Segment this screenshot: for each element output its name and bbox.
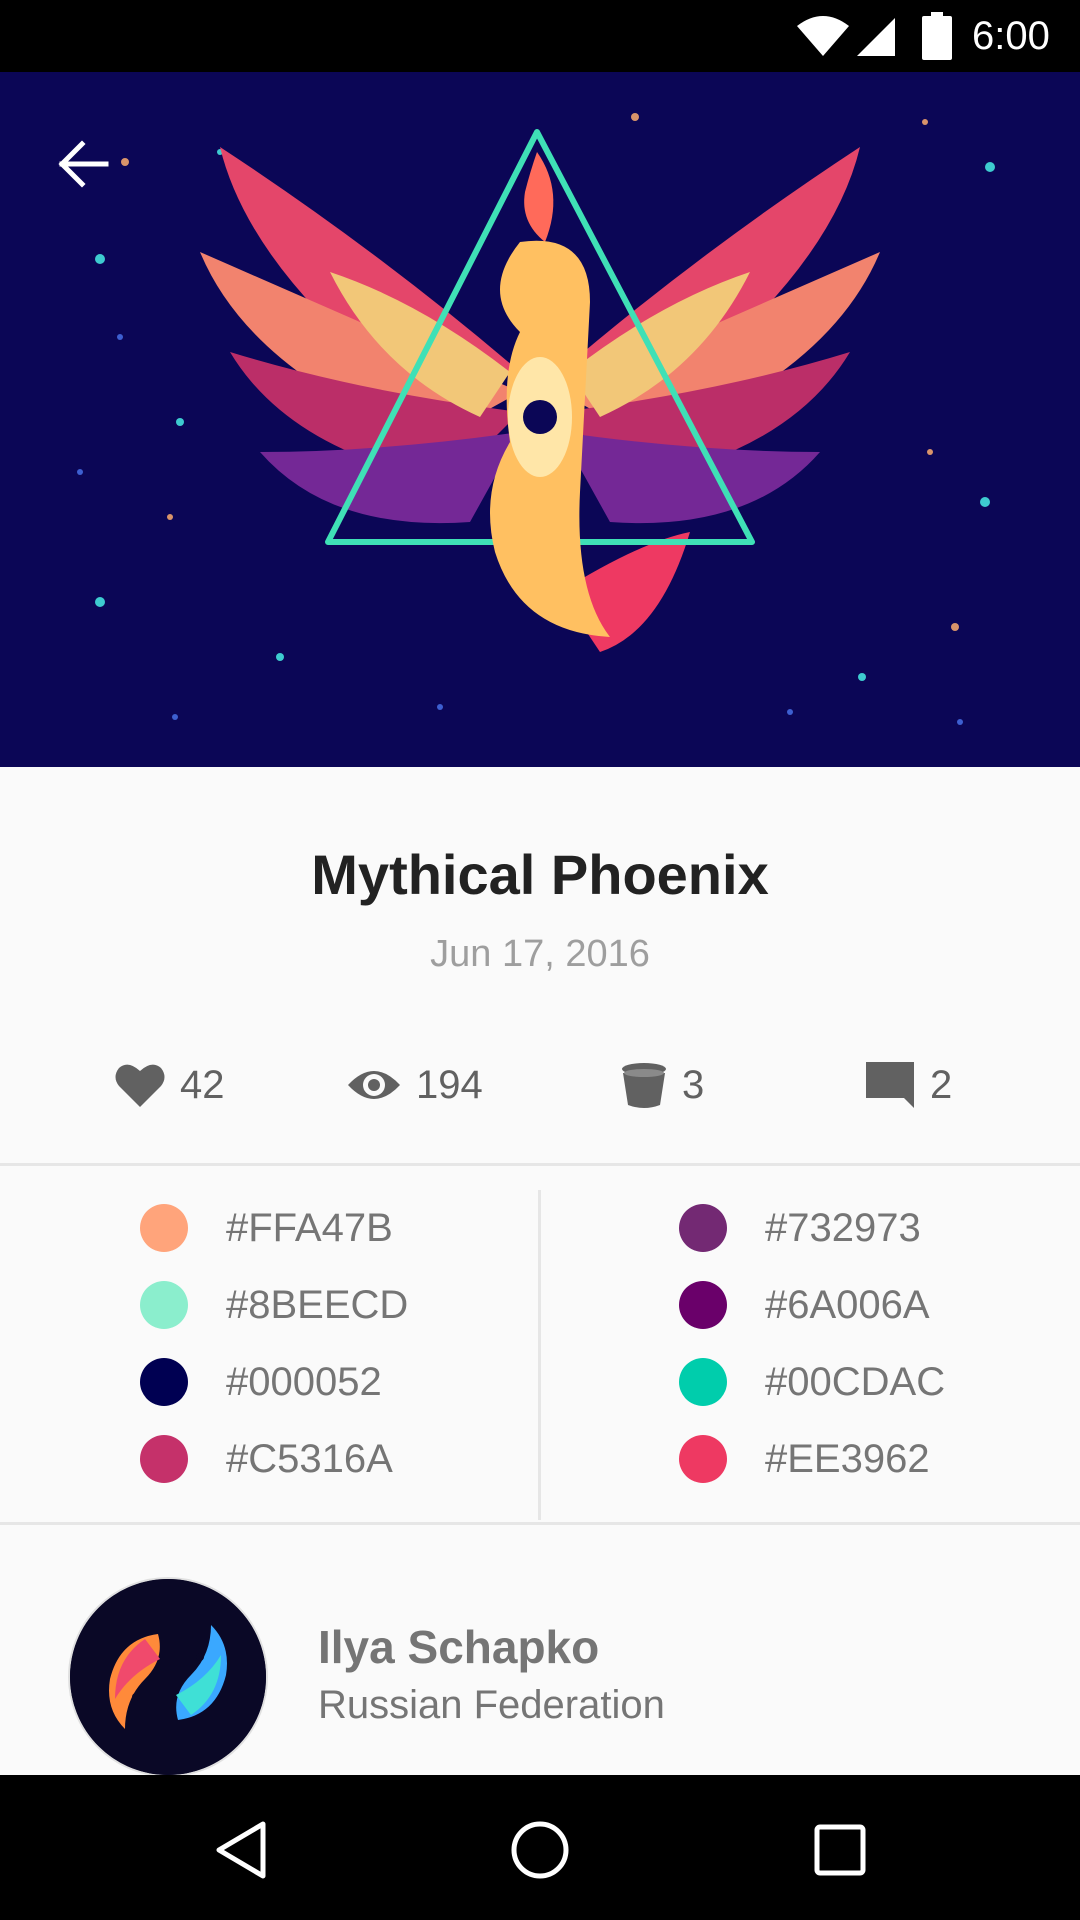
comments-stat[interactable]: 2 xyxy=(864,1055,952,1115)
color-swatch xyxy=(140,1358,188,1406)
likes-count: 42 xyxy=(180,1062,225,1107)
status-time: 6:00 xyxy=(972,14,1050,58)
wifi-icon xyxy=(797,16,849,56)
eye-icon xyxy=(348,1071,400,1099)
shot-date: Jun 17, 2016 xyxy=(430,933,650,975)
divider xyxy=(0,1163,1080,1166)
nav-home-button[interactable] xyxy=(495,1805,585,1895)
battery-icon xyxy=(922,12,952,60)
avatar[interactable] xyxy=(68,1577,268,1777)
shot-title: Mythical Phoenix xyxy=(311,843,769,906)
likes-stat[interactable]: 42 xyxy=(114,1055,225,1115)
author-name[interactable]: Ilya Schapko xyxy=(318,1620,599,1674)
back-button[interactable] xyxy=(44,124,124,204)
nav-home-icon xyxy=(511,1821,569,1879)
nav-back-icon xyxy=(216,1821,266,1879)
color-swatch-row[interactable]: #732973 xyxy=(679,1198,921,1258)
color-swatch-row[interactable]: #FFA47B xyxy=(140,1198,393,1258)
color-palette: #FFA47B #8BEECD #000052 #C5316A #732973 … xyxy=(0,1168,1080,1522)
status-bar: 6:00 xyxy=(0,0,1080,72)
navigation-bar xyxy=(0,1775,1080,1920)
color-hex: #FFA47B xyxy=(226,1205,393,1250)
color-hex: #8BEECD xyxy=(226,1282,409,1327)
author-row[interactable]: Ilya Schapko Russian Federation xyxy=(0,1525,1080,1777)
color-swatch xyxy=(140,1435,188,1483)
nav-recents-button[interactable] xyxy=(795,1805,885,1895)
views-count: 194 xyxy=(416,1062,483,1107)
color-hex: #C5316A xyxy=(226,1436,393,1481)
buckets-stat[interactable]: 3 xyxy=(620,1055,704,1115)
color-swatch xyxy=(140,1281,188,1329)
color-swatch xyxy=(140,1204,188,1252)
arrow-left-icon xyxy=(58,140,109,188)
color-swatch-row[interactable]: #8BEECD xyxy=(140,1275,408,1335)
color-swatch xyxy=(679,1281,727,1329)
color-swatch-row[interactable]: #EE3962 xyxy=(679,1429,930,1489)
signal-icon xyxy=(857,18,895,56)
color-hex: #732973 xyxy=(765,1205,921,1250)
comment-icon xyxy=(866,1062,914,1108)
nav-back-button[interactable] xyxy=(196,1805,286,1895)
color-hex: #6A006A xyxy=(765,1282,930,1327)
color-swatch xyxy=(679,1358,727,1406)
author-avatar-image xyxy=(70,1579,266,1775)
shot-image xyxy=(0,72,1080,767)
color-hex: #000052 xyxy=(226,1359,382,1404)
color-hex: #EE3962 xyxy=(765,1436,930,1481)
color-swatch-row[interactable]: #6A006A xyxy=(679,1275,930,1335)
heart-icon xyxy=(115,1064,165,1107)
color-swatch xyxy=(679,1435,727,1483)
color-swatch-row[interactable]: #000052 xyxy=(140,1352,382,1412)
color-hex: #00CDAC xyxy=(765,1359,946,1404)
comments-count: 2 xyxy=(930,1062,953,1107)
nav-recents-icon xyxy=(814,1824,866,1876)
color-swatch-row[interactable]: #00CDAC xyxy=(679,1352,945,1412)
bucket-icon xyxy=(622,1063,666,1108)
color-swatch-row[interactable]: #C5316A xyxy=(140,1429,393,1489)
buckets-count: 3 xyxy=(682,1062,705,1107)
views-stat[interactable]: 194 xyxy=(346,1055,483,1115)
author-country: Russian Federation xyxy=(318,1683,665,1727)
palette-column-right: #732973 #6A006A #00CDAC #EE3962 xyxy=(540,1168,1080,1522)
palette-column-left: #FFA47B #8BEECD #000052 #C5316A xyxy=(0,1168,540,1522)
color-swatch xyxy=(679,1204,727,1252)
stats-row: 42 194 3 2 xyxy=(0,1055,1080,1115)
phoenix-artwork xyxy=(0,72,1080,767)
